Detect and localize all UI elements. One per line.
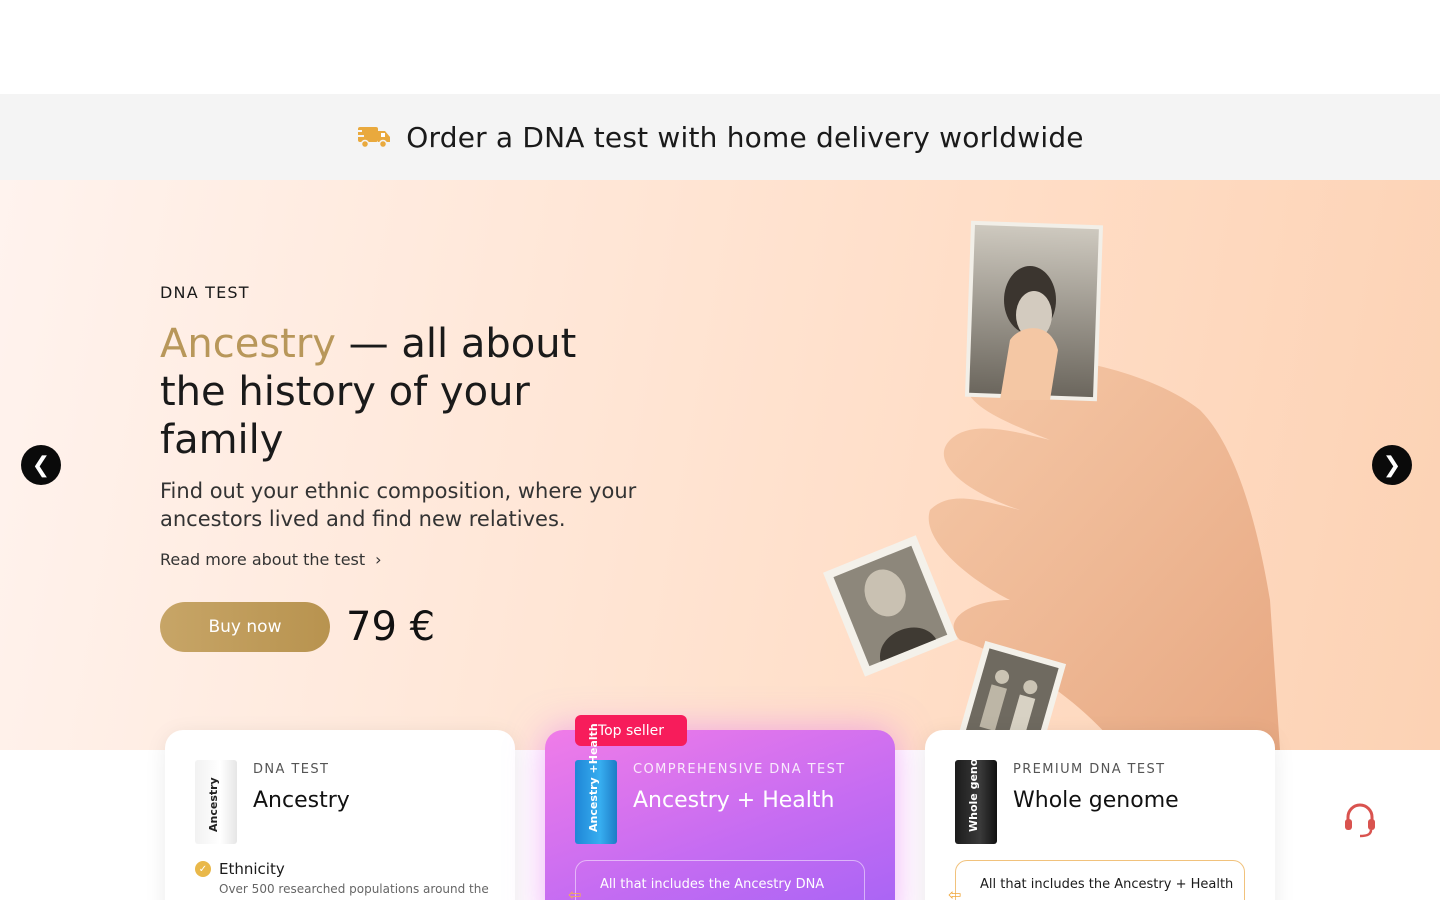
whole-genome-kit-box-label: Whole genome xyxy=(967,739,980,832)
hero-description: Find out your ethnic composition, where … xyxy=(160,479,637,531)
feature-title: Ethnicity xyxy=(219,860,285,878)
includes-panel: ⇦ All that includes the Ancestry + Healt… xyxy=(948,860,1245,900)
hero-headline-accent: Ancestry xyxy=(160,321,336,367)
hero-photo-hand-illustration xyxy=(823,220,1280,750)
hero-banner: DNA TEST Ancestry — all about the histor… xyxy=(0,180,1440,750)
chevron-right-icon: › xyxy=(375,550,382,569)
includes-panel: ⇦ All that includes the Ancestry DNA xyxy=(568,860,865,900)
card-title: Whole genome xyxy=(1013,788,1179,813)
feature-item: ✓ Ethnicity xyxy=(195,860,285,878)
arrow-left-icon: ⇦ xyxy=(568,885,582,900)
delivery-banner: Order a DNA test with home delivery worl… xyxy=(0,94,1440,180)
card-eyebrow: COMPREHENSIVE DNA TEST xyxy=(633,762,846,777)
delivery-banner-text: Order a DNA test with home delivery worl… xyxy=(406,120,1084,154)
delivery-truck-icon xyxy=(356,127,391,149)
buy-now-button[interactable]: Buy now xyxy=(160,602,330,652)
read-more-label: Read more about the test xyxy=(160,550,366,569)
feature-description: Over 500 researched populations around t… xyxy=(219,882,489,896)
ancestry-kit-box-label: Ancestry xyxy=(207,777,220,832)
card-eyebrow: DNA TEST xyxy=(253,762,330,777)
whole-genome-kit-box-image: Whole genome xyxy=(955,740,997,844)
check-icon: ✓ xyxy=(195,861,211,877)
read-more-link[interactable]: Read more about the test › xyxy=(160,550,382,569)
carousel-next-button[interactable]: ❯ xyxy=(1372,445,1412,485)
card-eyebrow: PREMIUM DNA TEST xyxy=(1013,762,1166,777)
card-title: Ancestry xyxy=(253,788,350,813)
ancestry-health-kit-box-label: Ancestry +Health xyxy=(587,723,600,832)
product-card-whole-genome[interactable]: Whole genome PREMIUM DNA TEST Whole geno… xyxy=(925,730,1275,900)
product-card-ancestry[interactable]: Ancestry DNA TEST Ancestry ✓ Ethnicity O… xyxy=(165,730,515,900)
support-headset-icon[interactable] xyxy=(1340,800,1380,840)
product-card-ancestry-health[interactable]: Top seller Ancestry +Health COMPREHENSIV… xyxy=(545,715,895,900)
carousel-prev-button[interactable]: ❮ xyxy=(21,445,61,485)
ancestry-kit-box-image: Ancestry xyxy=(195,760,237,844)
top-header xyxy=(0,0,1440,94)
hero-headline: Ancestry — all about the history of your… xyxy=(160,320,620,464)
ancestry-health-kit-box-image: Ancestry +Health xyxy=(575,723,617,844)
hero-price: 79 € xyxy=(346,604,436,650)
includes-text: All that includes the Ancestry DNA xyxy=(600,877,825,892)
card-title: Ancestry + Health xyxy=(633,788,835,813)
includes-text: All that includes the Ancestry + Health xyxy=(980,877,1234,892)
arrow-left-icon: ⇦ xyxy=(948,885,962,900)
hero-eyebrow: DNA TEST xyxy=(160,283,250,302)
